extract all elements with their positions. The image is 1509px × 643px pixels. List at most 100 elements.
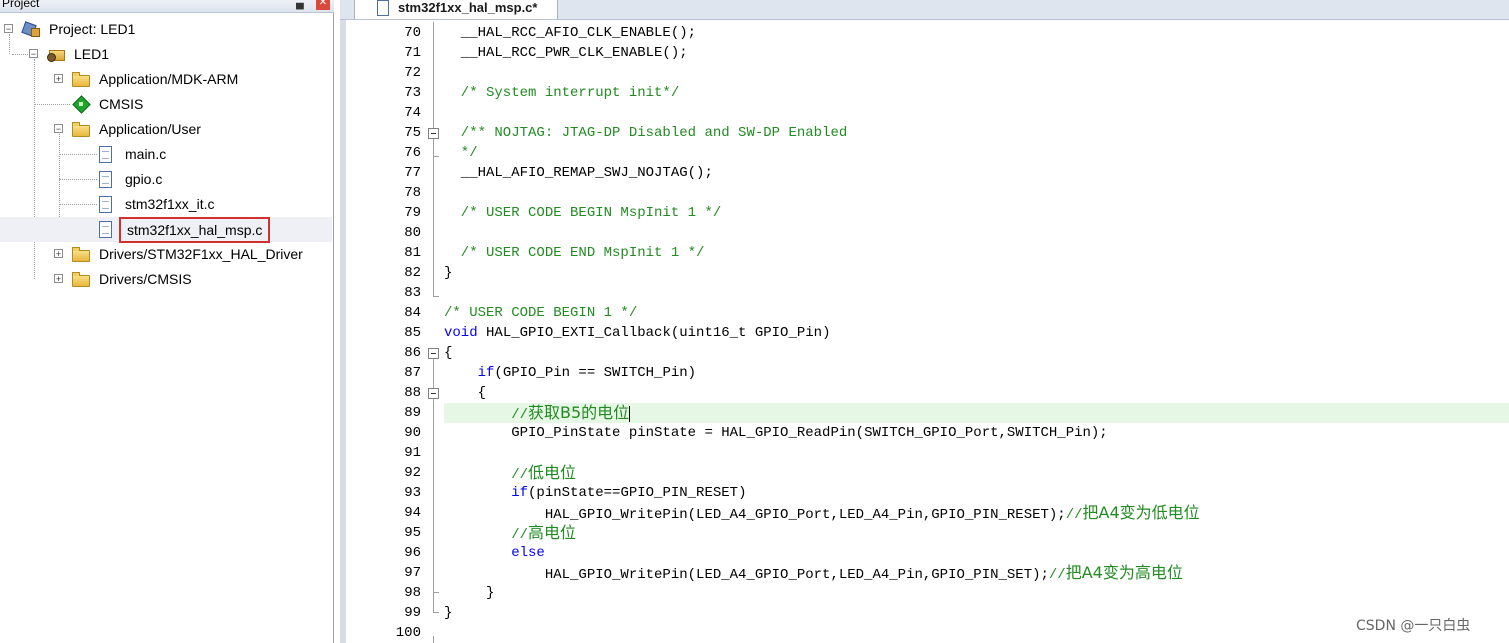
- code-segment: (pinState==GPIO_PIN_RESET): [528, 485, 747, 501]
- line-number: 85: [404, 325, 421, 341]
- code-text[interactable]: }: [444, 263, 452, 283]
- code-line: 96 else: [0, 543, 1509, 563]
- code-line: 98 }: [0, 583, 1509, 603]
- fold-collapse-icon[interactable]: [428, 388, 439, 399]
- line-number: 77: [404, 165, 421, 181]
- code-line: 70 __HAL_RCC_AFIO_CLK_ENABLE();: [0, 23, 1509, 43]
- code-line: 83: [0, 283, 1509, 303]
- code-line: 74: [0, 103, 1509, 123]
- code-comment[interactable]: //低电位: [444, 463, 576, 485]
- code-segment: //: [444, 467, 529, 483]
- line-number: 86: [404, 345, 421, 361]
- code-line: 94 HAL_GPIO_WritePin(LED_A4_GPIO_Port,LE…: [0, 503, 1509, 523]
- line-number: 80: [404, 225, 421, 241]
- file-icon: [377, 0, 390, 16]
- line-number: 92: [404, 465, 421, 481]
- code-comment[interactable]: /* USER CODE END MspInit 1 */: [444, 243, 705, 263]
- code-line: 84 /* USER CODE BEGIN 1 */: [0, 303, 1509, 323]
- code-line: 78: [0, 183, 1509, 203]
- code-segment: //: [444, 527, 529, 543]
- editor-tab-strip: stm32f1xx_hal_msp.c*: [340, 0, 1509, 20]
- code-text[interactable]: }: [444, 603, 452, 623]
- fold-collapse-icon[interactable]: [428, 348, 439, 359]
- code-keyword: if: [511, 485, 529, 501]
- line-number: 70: [404, 25, 421, 41]
- code-keyword: else: [511, 545, 545, 561]
- line-number: 89: [404, 405, 421, 421]
- code-text[interactable]: if(pinState==GPIO_PIN_RESET): [444, 483, 746, 503]
- code-segment: 低电位: [528, 463, 577, 482]
- code-comment: 把A4变为低电位: [1082, 503, 1200, 522]
- line-number: 100: [395, 625, 421, 641]
- code-segment: HAL_GPIO_EXTI_Callback(uint16_t GPIO_Pin…: [477, 325, 831, 341]
- watermark: CSDN @一只白虫: [1356, 618, 1471, 634]
- code-keyword: void: [444, 325, 478, 341]
- code-comment[interactable]: /* System interrupt init*/: [444, 83, 679, 103]
- code-line: 76 */: [0, 143, 1509, 163]
- line-number: 73: [404, 85, 421, 101]
- code-line: 72: [0, 63, 1509, 83]
- line-number: 78: [404, 185, 421, 201]
- code-text[interactable]: HAL_GPIO_WritePin(LED_A4_GPIO_Port,LED_A…: [444, 563, 1183, 585]
- line-number: 75: [404, 125, 421, 141]
- code-line: 93 if(pinState==GPIO_PIN_RESET): [0, 483, 1509, 503]
- code-text[interactable]: __HAL_AFIO_REMAP_SWJ_NOJTAG();: [444, 163, 713, 183]
- line-number: 94: [404, 505, 421, 521]
- line-number: 82: [404, 265, 421, 281]
- code-comment[interactable]: /* USER CODE BEGIN 1 */: [444, 303, 637, 323]
- project-panel-header: Project ▄ ✕: [0, 0, 334, 13]
- code-segment: //: [444, 407, 529, 423]
- code-line: 97 HAL_GPIO_WritePin(LED_A4_GPIO_Port,LE…: [0, 563, 1509, 583]
- tab-label: stm32f1xx_hal_msp.c*: [398, 0, 538, 15]
- fold-collapse-icon[interactable]: [428, 128, 439, 139]
- code-text[interactable]: }: [444, 583, 494, 603]
- code-line: 91: [0, 443, 1509, 463]
- code-text[interactable]: {: [444, 343, 452, 363]
- line-number: 90: [404, 425, 421, 441]
- line-number: 84: [404, 305, 421, 321]
- code-line: 100: [0, 623, 1509, 643]
- code-comment[interactable]: */: [444, 143, 478, 163]
- code-comment[interactable]: //高电位: [444, 523, 576, 545]
- line-number: 71: [404, 45, 421, 61]
- code-line-current: 89 //获取B5的电位: [0, 403, 1509, 423]
- code-text[interactable]: if(GPIO_Pin == SWITCH_Pin): [444, 363, 696, 383]
- tab-stm32f1xx-hal-msp[interactable]: stm32f1xx_hal_msp.c*: [354, 0, 558, 19]
- line-number: 88: [404, 385, 421, 401]
- code-comment[interactable]: /** NOJTAG: JTAG-DP Disabled and SW-DP E…: [444, 123, 847, 143]
- code-line: 90 GPIO_PinState pinState = HAL_GPIO_Rea…: [0, 423, 1509, 443]
- code-line: 87 if(GPIO_Pin == SWITCH_Pin): [0, 363, 1509, 383]
- code-comment[interactable]: /* USER CODE BEGIN MspInit 1 */: [444, 203, 721, 223]
- code-line: 92 //低电位: [0, 463, 1509, 483]
- code-comment: //: [1065, 507, 1083, 523]
- code-line: 86 {: [0, 343, 1509, 363]
- code-line: 80: [0, 223, 1509, 243]
- code-line: 82 }: [0, 263, 1509, 283]
- code-line: 77 __HAL_AFIO_REMAP_SWJ_NOJTAG();: [0, 163, 1509, 183]
- project-panel-title: Project: [2, 0, 40, 10]
- close-icon[interactable]: ✕: [316, 0, 330, 10]
- code-text[interactable]: HAL_GPIO_WritePin(LED_A4_GPIO_Port,LED_A…: [444, 503, 1200, 525]
- code-comment: 把A4变为高电位: [1065, 563, 1183, 582]
- line-number: 74: [404, 105, 421, 121]
- line-number: 96: [404, 545, 421, 561]
- line-number: 81: [404, 245, 421, 261]
- code-text[interactable]: else: [444, 543, 545, 563]
- code-line: 81 /* USER CODE END MspInit 1 */: [0, 243, 1509, 263]
- pin-icon[interactable]: ▄: [296, 0, 304, 9]
- code-text[interactable]: {: [444, 383, 486, 403]
- line-number: 87: [404, 365, 421, 381]
- line-number: 95: [404, 525, 421, 541]
- line-number: 79: [404, 205, 421, 221]
- code-line: 75 /** NOJTAG: JTAG-DP Disabled and SW-D…: [0, 123, 1509, 143]
- code-text[interactable]: __HAL_RCC_AFIO_CLK_ENABLE();: [444, 23, 696, 43]
- code-comment[interactable]: //获取B5的电位: [444, 403, 631, 425]
- code-text[interactable]: __HAL_RCC_PWR_CLK_ENABLE();: [444, 43, 688, 63]
- line-number: 99: [404, 605, 421, 621]
- line-number: 83: [404, 285, 421, 301]
- code-text[interactable]: void HAL_GPIO_EXTI_Callback(uint16_t GPI…: [444, 323, 830, 343]
- code-text[interactable]: GPIO_PinState pinState = HAL_GPIO_ReadPi…: [444, 423, 1108, 443]
